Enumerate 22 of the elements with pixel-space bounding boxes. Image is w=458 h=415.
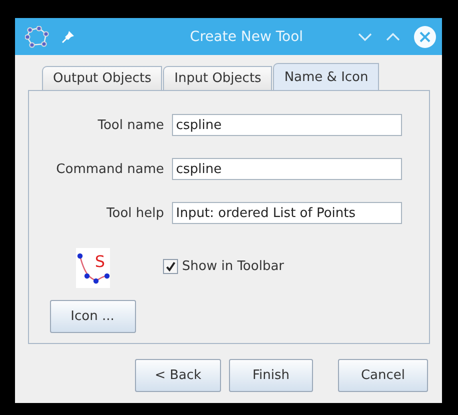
cancel-button[interactable]: Cancel: [338, 359, 428, 392]
finish-button[interactable]: Finish: [229, 359, 313, 392]
text-field[interactable]: cspline: [172, 114, 402, 136]
tab[interactable]: Output Objects: [42, 66, 162, 90]
field-label: Tool name: [96, 118, 165, 132]
back-button[interactable]: < Back: [135, 359, 221, 392]
minimize-icon[interactable]: [358, 32, 372, 42]
field-label: Command name: [55, 162, 165, 176]
pin-icon[interactable]: [61, 30, 75, 44]
text-field[interactable]: Input: ordered List of Points: [172, 202, 402, 224]
tab[interactable]: Input Objects: [163, 66, 272, 90]
checkbox[interactable]: [163, 258, 178, 274]
spline-tool-icon: S: [76, 248, 110, 288]
maximize-icon[interactable]: [386, 32, 400, 42]
text-field[interactable]: cspline: [172, 158, 402, 180]
tab[interactable]: Name & Icon: [273, 63, 380, 90]
app-logo-icon: [25, 26, 49, 48]
window-title: Create New Tool: [188, 28, 304, 44]
close-icon[interactable]: [414, 26, 436, 48]
field-label: Tool help: [106, 206, 165, 220]
checkbox-label[interactable]: Show in Toolbar: [182, 258, 284, 274]
icon-button[interactable]: Icon ...: [50, 300, 136, 333]
